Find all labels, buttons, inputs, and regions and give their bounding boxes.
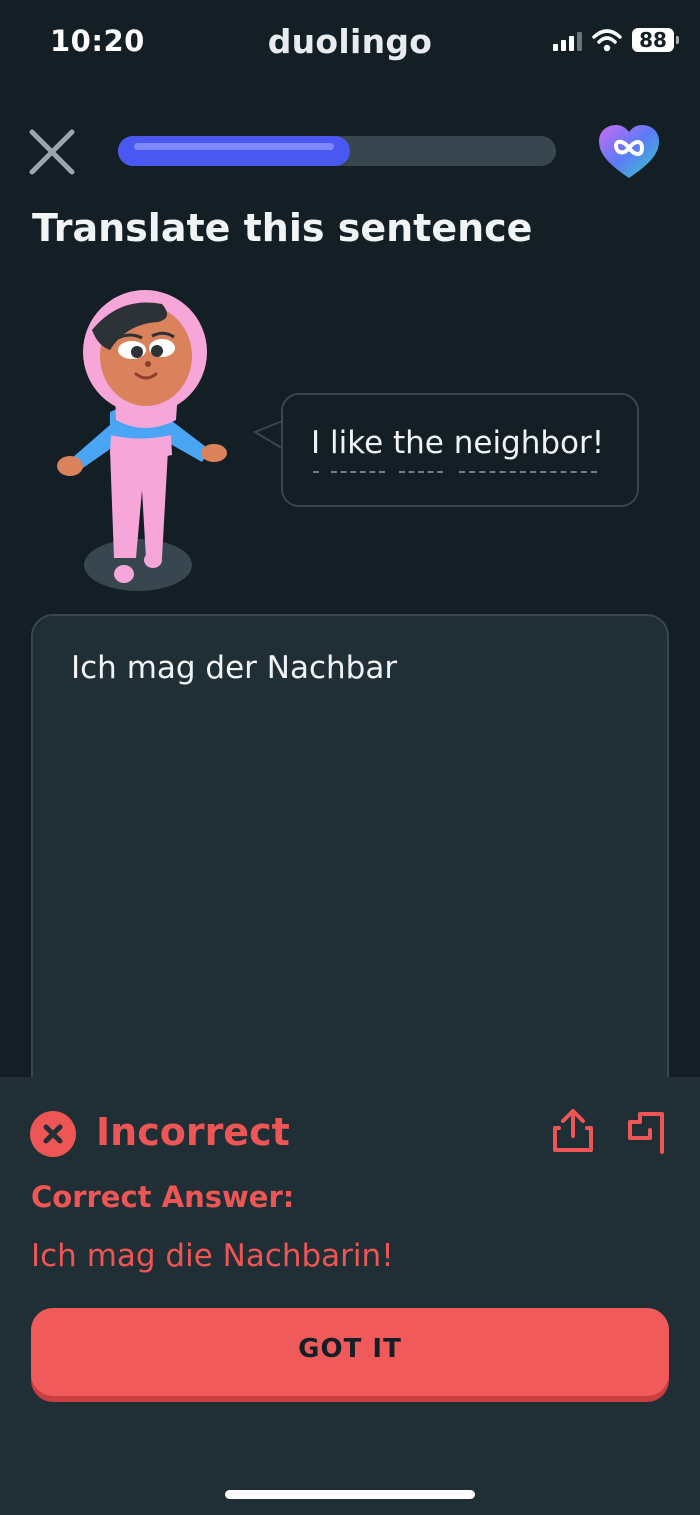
answer-input-value: Ich mag der Nachbar: [71, 650, 398, 686]
instruction-heading: Translate this sentence: [32, 206, 533, 250]
got-it-button-label: GOT IT: [298, 1334, 402, 1364]
lesson-progress-bar: [118, 136, 556, 166]
status-bar: 10:20 duolingo 88: [0, 0, 700, 84]
feedback-status: Incorrect: [96, 1110, 290, 1154]
got-it-button[interactable]: GOT IT: [31, 1308, 669, 1396]
lesson-progress-fill: [118, 136, 350, 166]
infinite-hearts-icon: [599, 125, 659, 178]
close-button[interactable]: [26, 126, 78, 178]
report-button[interactable]: [626, 1110, 668, 1154]
close-icon: [29, 129, 75, 175]
hearts-button[interactable]: [596, 124, 662, 180]
speech-bubble: I like the neighbor!: [281, 393, 639, 507]
share-icon: [553, 1109, 593, 1152]
answer-input[interactable]: Ich mag der Nachbar: [31, 614, 669, 1134]
battery-icon: 88: [632, 28, 679, 52]
cellular-signal-icon: [553, 29, 582, 51]
correct-answer-text: Ich mag die Nachbarin!: [31, 1238, 394, 1274]
word-hint-the[interactable]: [399, 471, 443, 473]
share-button[interactable]: [551, 1108, 595, 1154]
prompt-sentence: I like the neighbor!: [311, 425, 605, 461]
word-hint-like[interactable]: [331, 471, 385, 473]
status-icons: 88: [553, 28, 679, 52]
word-hint-i[interactable]: [313, 471, 319, 473]
wifi-icon: [592, 29, 622, 52]
incorrect-x-icon: [30, 1111, 76, 1157]
character-illustration: [57, 290, 227, 591]
correct-answer-label: Correct Answer:: [31, 1180, 295, 1214]
lesson-screen: 10:20 duolingo 88 Translate this sentenc…: [0, 0, 700, 1515]
home-indicator[interactable]: [225, 1490, 475, 1499]
progress-shine: [134, 143, 334, 150]
report-flag-icon: [628, 1112, 664, 1154]
word-hint-neighbor[interactable]: [459, 471, 597, 473]
